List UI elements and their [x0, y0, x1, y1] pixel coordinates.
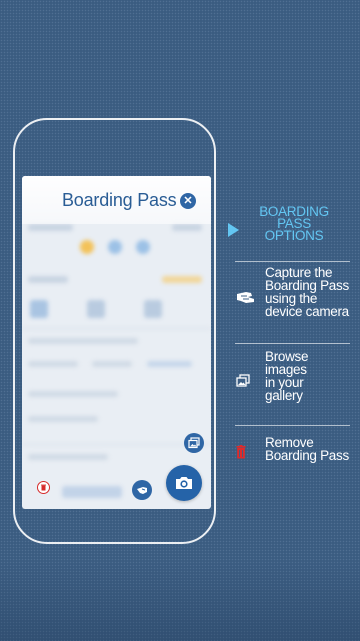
- options-title-line: OPTIONS: [264, 228, 324, 243]
- options-divider: [235, 261, 350, 262]
- hand-capture-icon: [136, 487, 147, 494]
- background-shade: [0, 560, 360, 641]
- options-title: BOARDING PASS OPTIONS: [254, 205, 334, 243]
- gallery-button[interactable]: [184, 433, 204, 453]
- sheet-title: Boarding Pass: [62, 190, 177, 210]
- camera-button[interactable]: [166, 465, 202, 501]
- pointer-arrow-icon: [228, 223, 239, 237]
- close-icon: ✕: [183, 195, 193, 207]
- options-divider: [235, 425, 350, 426]
- option-capture-text: Capture the Boarding Pass using the devi…: [265, 266, 349, 319]
- trash-icon: [41, 484, 46, 491]
- option-remove-icon-wrap: [236, 445, 246, 464]
- option-line: device camera: [265, 304, 349, 319]
- option-line: Boarding Pass: [265, 448, 349, 463]
- close-button[interactable]: ✕: [180, 193, 196, 209]
- phone-screen: Boarding Pass ✕: [22, 176, 211, 509]
- option-remove-text: Remove Boarding Pass: [265, 436, 349, 463]
- option-line: gallery: [265, 388, 303, 403]
- blurred-app-content: [22, 176, 211, 509]
- gallery-icon: [236, 374, 250, 387]
- camera-icon: [176, 477, 192, 489]
- option-capture-icon-wrap: [236, 290, 258, 311]
- remove-button[interactable]: [37, 481, 50, 494]
- hand-capture-icon: [237, 292, 254, 303]
- gallery-icon: [188, 437, 200, 449]
- option-gallery-icon-wrap: [236, 374, 250, 393]
- options-divider: [235, 343, 350, 344]
- capture-hand-button[interactable]: [132, 480, 152, 500]
- option-gallery-text: Browse images in your gallery: [265, 350, 309, 403]
- trash-icon: [236, 445, 246, 459]
